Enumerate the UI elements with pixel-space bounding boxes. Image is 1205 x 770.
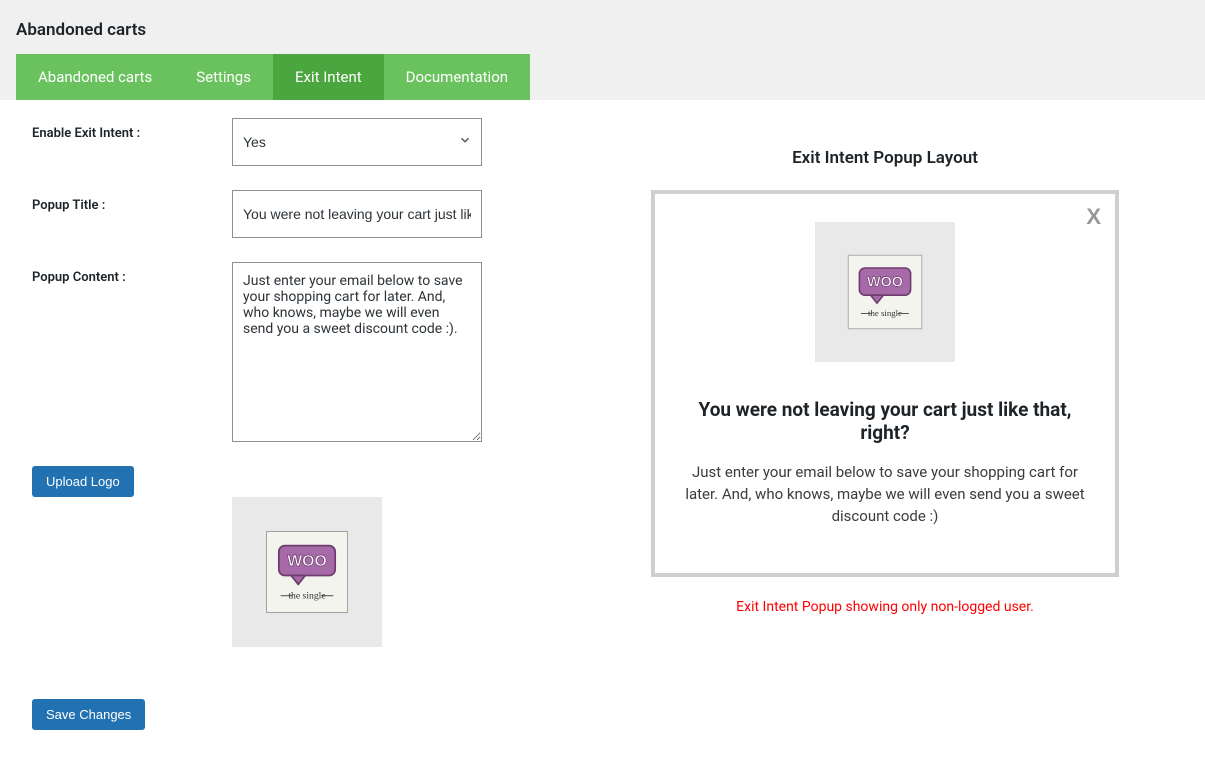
popup-title-label: Popup Title :: [32, 190, 232, 238]
popup-title-text: You were not leaving your cart just like…: [675, 398, 1095, 444]
preview-section-title: Exit Intent Popup Layout: [581, 148, 1189, 168]
notice-text: Exit Intent Popup showing only non-logge…: [581, 599, 1189, 615]
svg-text:the single: the single: [868, 308, 902, 318]
enable-exit-intent-label: Enable Exit Intent :: [32, 118, 232, 166]
svg-text:WOO: WOO: [867, 274, 903, 290]
popup-preview: X WOO the single You were not leaving yo…: [651, 190, 1119, 577]
woo-logo-icon: WOO the single: [263, 528, 351, 616]
upload-logo-button[interactable]: Upload Logo: [32, 466, 134, 497]
close-icon[interactable]: X: [1086, 204, 1101, 230]
popup-content-text: Just enter your email below to save your…: [675, 462, 1095, 527]
save-changes-button[interactable]: Save Changes: [32, 699, 145, 730]
enable-exit-intent-select[interactable]: Yes: [232, 118, 482, 166]
popup-logo: WOO the single: [815, 222, 955, 362]
logo-preview: WOO the single: [232, 497, 382, 647]
popup-title-input[interactable]: [232, 190, 482, 238]
svg-text:WOO: WOO: [287, 553, 327, 570]
woo-logo-icon: WOO the single: [845, 252, 925, 332]
tab-bar: Abandoned carts Settings Exit Intent Doc…: [16, 54, 1189, 100]
tab-exit-intent[interactable]: Exit Intent: [273, 54, 384, 100]
page-title: Abandoned carts: [0, 0, 1205, 54]
tab-abandoned-carts[interactable]: Abandoned carts: [16, 54, 174, 100]
enable-exit-intent-value: Yes: [243, 134, 266, 150]
svg-text:the single: the single: [288, 590, 325, 601]
popup-content-textarea[interactable]: [232, 262, 482, 442]
tab-settings[interactable]: Settings: [174, 54, 273, 100]
popup-content-label: Popup Content :: [32, 262, 232, 442]
tab-documentation[interactable]: Documentation: [384, 54, 530, 100]
